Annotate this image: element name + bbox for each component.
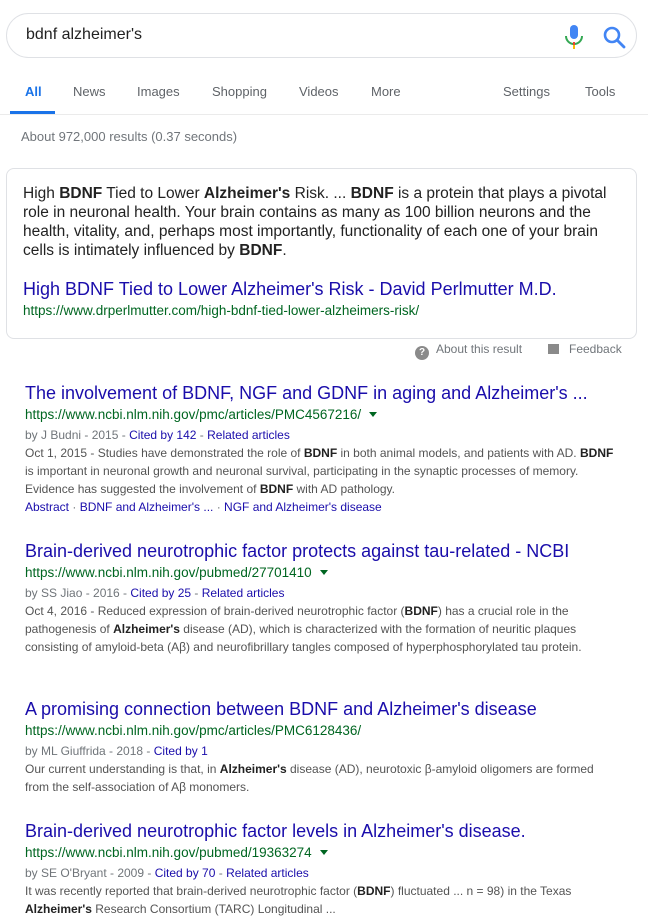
- sitelink[interactable]: Abstract: [25, 500, 69, 514]
- result-url: https://www.ncbi.nlm.nih.gov/pubmed/1936…: [25, 844, 625, 862]
- result-title-link[interactable]: A promising connection between BDNF and …: [25, 698, 625, 720]
- feedback-button[interactable]: Feedback: [548, 342, 622, 356]
- search-result: Brain-derived neurotrophic factor protec…: [25, 540, 625, 656]
- cited-by-link[interactable]: Cited by 142: [129, 428, 196, 442]
- result-title-link[interactable]: Brain-derived neurotrophic factor protec…: [25, 540, 625, 562]
- search-bar[interactable]: bdnf alzheimer's: [6, 13, 637, 58]
- result-meta: by ML Giuffrida - 2018 - Cited by 1: [25, 742, 625, 760]
- result-meta: by J Budni - 2015 - Cited by 142 - Relat…: [25, 428, 290, 442]
- result-title-link[interactable]: The involvement of BDNF, NGF and GDNF in…: [25, 382, 625, 404]
- search-result: A promising connection between BDNF and …: [25, 698, 625, 796]
- related-articles-link[interactable]: Related articles: [202, 586, 285, 600]
- snippet-text: High BDNF Tied to Lower Alzheimer's Risk…: [23, 185, 607, 259]
- result-title-link[interactable]: Brain-derived neurotrophic factor levels…: [25, 820, 625, 842]
- cited-by-link[interactable]: Cited by 70: [155, 866, 216, 880]
- result-snippet: Oct 4, 2016 - Reduced expression of brai…: [25, 604, 582, 654]
- search-icon[interactable]: [602, 25, 626, 49]
- tab-more[interactable]: More: [371, 84, 401, 99]
- cited-by-link[interactable]: Cited by 1: [154, 744, 208, 758]
- tab-tools[interactable]: Tools: [585, 84, 615, 99]
- about-this-result[interactable]: ? About this result: [415, 342, 522, 360]
- active-tab-indicator: [10, 111, 55, 114]
- tab-shopping[interactable]: Shopping: [212, 84, 267, 99]
- snippet-url: https://www.drperlmutter.com/high-bdnf-t…: [23, 303, 420, 318]
- result-author-year: by ML Giuffrida - 2018 -: [25, 744, 154, 758]
- result-meta: by SE O'Bryant - 2009 - Cited by 70 - Re…: [25, 866, 309, 880]
- help-icon: ?: [415, 346, 429, 360]
- result-url-text: https://www.ncbi.nlm.nih.gov/pmc/article…: [25, 723, 362, 738]
- featured-snippet: High BDNF Tied to Lower Alzheimer's Risk…: [6, 168, 637, 339]
- url-dropdown-icon[interactable]: [369, 412, 378, 417]
- result-snippet: Oct 1, 2015 - Studies have demonstrated …: [25, 446, 614, 496]
- search-result: Brain-derived neurotrophic factor levels…: [25, 820, 625, 918]
- result-url-text: https://www.ncbi.nlm.nih.gov/pubmed/1936…: [25, 845, 312, 860]
- related-articles-link[interactable]: Related articles: [207, 428, 290, 442]
- tab-videos[interactable]: Videos: [299, 84, 339, 99]
- result-url-text: https://www.ncbi.nlm.nih.gov/pubmed/2770…: [25, 565, 312, 580]
- result-author-year: by SE O'Bryant - 2009 -: [25, 866, 155, 880]
- url-dropdown-icon[interactable]: [319, 570, 328, 575]
- result-url: https://www.ncbi.nlm.nih.gov/pmc/article…: [25, 406, 625, 424]
- search-input[interactable]: bdnf alzheimer's: [26, 26, 142, 44]
- search-tabs: All News Images Shopping Videos More Set…: [0, 60, 648, 115]
- sitelink[interactable]: NGF and Alzheimer's disease: [224, 500, 382, 514]
- tab-images[interactable]: Images: [137, 84, 180, 99]
- about-label: About this result: [436, 342, 523, 356]
- result-snippet: It was recently reported that brain-deri…: [25, 884, 572, 916]
- result-url: https://www.ncbi.nlm.nih.gov/pubmed/2770…: [25, 564, 625, 582]
- result-url: https://www.ncbi.nlm.nih.gov/pmc/article…: [25, 722, 625, 740]
- tab-settings[interactable]: Settings: [503, 84, 550, 99]
- search-result: The involvement of BDNF, NGF and GDNF in…: [25, 382, 625, 516]
- related-articles-link[interactable]: Related articles: [226, 866, 309, 880]
- result-snippet: Our current understanding is that, in Al…: [25, 762, 594, 794]
- result-author-year: by J Budni - 2015 -: [25, 428, 130, 442]
- feedback-icon: [548, 344, 559, 354]
- result-url-text: https://www.ncbi.nlm.nih.gov/pmc/article…: [25, 407, 362, 422]
- snippet-title-link[interactable]: High BDNF Tied to Lower Alzheimer's Risk…: [23, 279, 557, 300]
- url-dropdown-icon[interactable]: [319, 850, 328, 855]
- result-meta: by SS Jiao - 2016 - Cited by 25 - Relate…: [25, 586, 285, 600]
- feedback-label: Feedback: [569, 342, 622, 356]
- tab-news[interactable]: News: [73, 84, 106, 99]
- result-sitelinks: Abstract · BDNF and Alzheimer's ... · NG…: [25, 500, 382, 514]
- sitelink[interactable]: BDNF and Alzheimer's ...: [80, 500, 214, 514]
- microphone-icon[interactable]: [563, 24, 585, 50]
- result-stats: About 972,000 results (0.37 seconds): [21, 129, 238, 144]
- result-author-year: by SS Jiao - 2016 -: [25, 586, 131, 600]
- cited-by-link[interactable]: Cited by 25: [130, 586, 191, 600]
- tab-all[interactable]: All: [25, 84, 42, 99]
